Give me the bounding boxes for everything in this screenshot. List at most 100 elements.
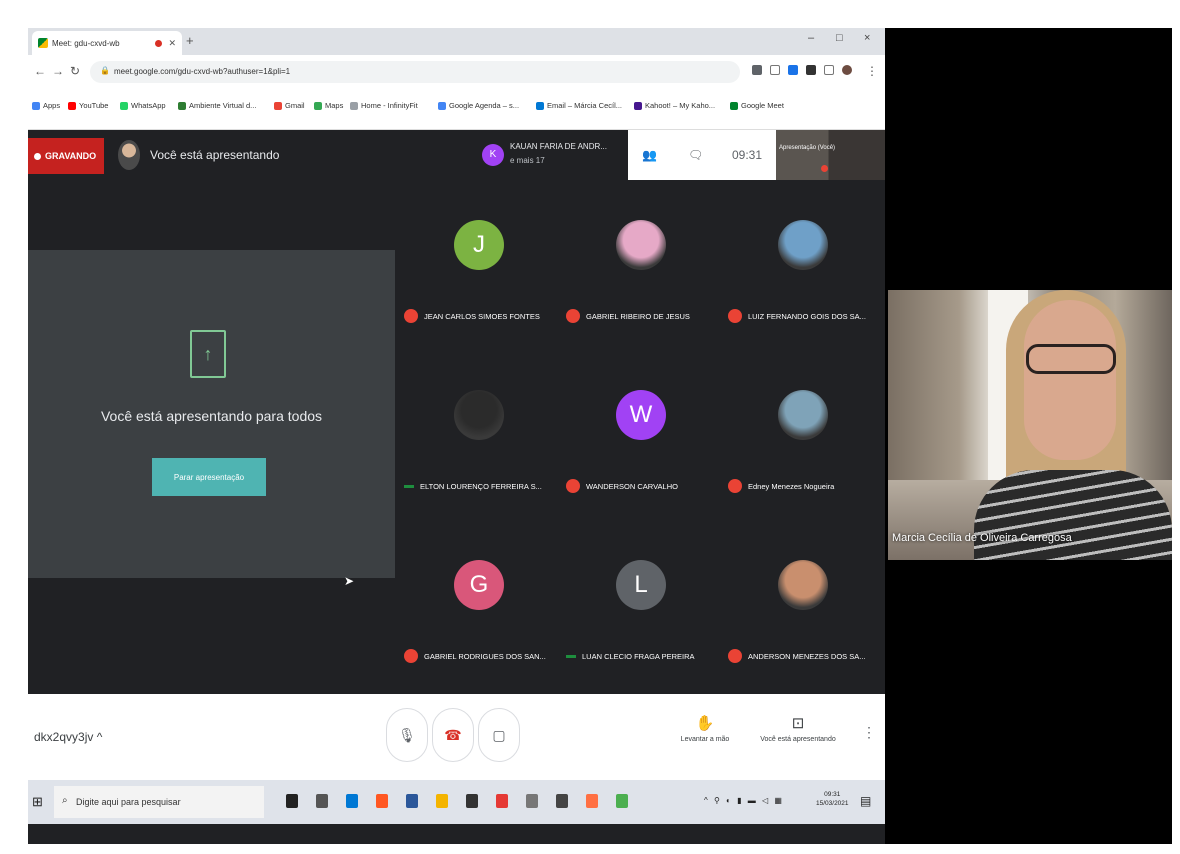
taskbar-app-icon[interactable] <box>376 794 388 808</box>
raise-hand-button[interactable]: ✋ Levantar a mão <box>670 714 740 743</box>
self-view-thumbnail[interactable]: Apresentação (Você) <box>776 130 885 180</box>
bookmark-item[interactable]: Google Agenda – s... <box>438 101 519 110</box>
bookmark-item[interactable]: Gmail <box>274 101 305 110</box>
address-bar[interactable]: 🔒 meet.google.com/gdu-cxvd-wb?authuser=1… <box>90 61 740 83</box>
taskbar-app-icon[interactable] <box>346 794 358 808</box>
bookmark-item[interactable]: Google Meet <box>730 101 784 110</box>
system-tray[interactable]: ^ ⚲ ◐ ▮ ▬ ◁ ▦ <box>704 796 784 805</box>
participant-name: ELTON LOURENÇO FERREIRA S... <box>420 481 542 491</box>
url-text: meet.google.com/gdu-cxvd-wb?authuser=1&p… <box>114 67 291 76</box>
maximize-button[interactable]: □ <box>836 32 843 44</box>
new-tab-button[interactable]: + <box>186 33 194 48</box>
participant-photo <box>778 390 828 440</box>
camera-permission-icon[interactable] <box>752 65 762 75</box>
bookmark-label: WhatsApp <box>131 101 166 110</box>
profile-avatar[interactable] <box>842 65 852 75</box>
puzzle-icon[interactable] <box>806 65 816 75</box>
bookmark-item[interactable]: Home - InfinityFit <box>350 101 418 110</box>
mic-off-icon <box>404 309 418 323</box>
participant-photo <box>616 220 666 270</box>
taskbar-app-icon[interactable] <box>616 794 628 808</box>
reload-icon[interactable]: ↻ <box>70 64 80 78</box>
more-options-icon[interactable]: ⋮ <box>862 724 876 741</box>
participant-tile[interactable]: G GABRIEL RODRIGUES DOS SAN... <box>398 536 560 706</box>
participants-chip[interactable]: K KAUAN FARIA DE ANDR... e mais 17 <box>480 132 628 180</box>
menu-icon[interactable]: ⋮ <box>866 64 878 78</box>
bookmark-favicon-icon <box>68 101 76 110</box>
mic-off-icon <box>728 479 742 493</box>
bookmark-item[interactable]: Ambiente Virtual d... <box>178 101 256 110</box>
meeting-code[interactable]: dkx2qvy3jv ^ <box>34 730 102 744</box>
participant-name-row: LUIZ FERNANDO GOIS DOS SA... <box>728 303 884 329</box>
notifications-icon[interactable]: ▤ <box>860 794 871 808</box>
taskbar-app-icon[interactable] <box>496 794 508 808</box>
chat-icon[interactable]: 🗨 <box>688 148 703 162</box>
bookmark-favicon-icon <box>178 101 186 110</box>
tab-strip: Meet: gdu-cxvd-wb ✕ + – □ × <box>28 28 885 55</box>
bookmark-item[interactable]: Kahoot! – My Kaho... <box>634 101 715 110</box>
taskbar-app-icon[interactable] <box>316 794 328 808</box>
participant-avatar: L <box>616 560 666 610</box>
taskbar-search[interactable]: ⌕ Digite aqui para pesquisar <box>54 786 264 818</box>
tab-meet[interactable]: Meet: gdu-cxvd-wb ✕ <box>32 31 182 55</box>
taskbar-app-icon[interactable] <box>466 794 478 808</box>
presenter-avatar <box>118 140 140 170</box>
meeting-clock: 09:31 <box>732 148 763 162</box>
taskbar-app-icon[interactable] <box>436 794 448 808</box>
extension-icon[interactable] <box>788 65 798 75</box>
bookmark-label: Apps <box>43 101 61 110</box>
bookmark-favicon-icon <box>536 101 544 110</box>
microphone-button[interactable]: 🎙 <box>386 708 428 762</box>
taskbar-app-icon[interactable] <box>406 794 418 808</box>
bookmark-item[interactable]: WhatsApp <box>120 101 166 110</box>
participant-name: JEAN CARLOS SIMOES FONTES <box>424 311 540 321</box>
people-icon[interactable]: 👥 <box>642 148 657 162</box>
taskbar-app-icon[interactable] <box>556 794 568 808</box>
bookmark-item[interactable]: Maps <box>314 101 343 110</box>
participant-name-row: Edney Menezes Nogueira <box>728 473 884 499</box>
back-icon[interactable]: ← <box>34 64 46 78</box>
participant-tile[interactable]: Edney Menezes Nogueira <box>722 366 884 536</box>
taskbar-date: 15/03/2021 <box>816 800 849 807</box>
bookmark-item[interactable]: Apps <box>32 101 60 110</box>
bookmark-favicon-icon <box>730 101 738 110</box>
forward-icon[interactable]: → <box>52 64 64 78</box>
taskbar-app-icon[interactable] <box>286 794 298 808</box>
recording-badge: GRAVANDO <box>28 138 104 174</box>
participant-name-row: JEAN CARLOS SIMOES FONTES <box>404 303 560 329</box>
taskbar-app-icon[interactable] <box>586 794 598 808</box>
participant-tile[interactable]: GABRIEL RIBEIRO DE JESUS <box>560 196 722 366</box>
mic-off-icon <box>404 649 418 663</box>
present-label: Você está apresentando <box>760 736 836 743</box>
participant-tile[interactable]: LUIZ FERNANDO GOIS DOS SA... <box>722 196 884 366</box>
participant-tile[interactable]: ANDERSON MENEZES DOS SA... <box>722 536 884 706</box>
bookmark-item[interactable]: Email – Márcia Cecíl... <box>536 101 622 110</box>
close-tab-icon[interactable]: ✕ <box>168 38 176 49</box>
windows-start-icon[interactable]: ⊞ <box>32 794 43 810</box>
toolbar: ← → ↻ 🔒 meet.google.com/gdu-cxvd-wb?auth… <box>28 55 885 88</box>
participant-name: Edney Menezes Nogueira <box>748 481 835 491</box>
bookmark-item[interactable]: YouTube <box>68 101 108 110</box>
meeting-controls-bar: dkx2qvy3jv ^ 🎙 ☎ ▢ ✋ Levantar a mão ⊡ Vo… <box>28 694 885 780</box>
stop-presenting-button[interactable]: Parar apresentação <box>152 458 266 496</box>
cast-icon[interactable] <box>824 65 834 75</box>
taskbar-clock[interactable]: 09:31 15/03/2021 <box>816 790 849 808</box>
mic-off-icon <box>566 479 580 493</box>
close-window-button[interactable]: × <box>864 32 870 44</box>
screen-recording-frame: Meet: gdu-cxvd-wb ✕ + – □ × ← → ↻ 🔒 meet… <box>28 28 1172 844</box>
minimize-button[interactable]: – <box>808 32 814 44</box>
leave-call-button[interactable]: ☎ <box>432 708 474 762</box>
participant-tile[interactable]: ELTON LOURENÇO FERREIRA S... <box>398 366 560 536</box>
taskbar-app-icon[interactable] <box>526 794 538 808</box>
participant-name-row: GABRIEL RIBEIRO DE JESUS <box>566 303 722 329</box>
bookmark-favicon-icon <box>438 101 446 110</box>
participant-tile[interactable]: J JEAN CARLOS SIMOES FONTES <box>398 196 560 366</box>
participant-tile[interactable]: L LUAN CLECIO FRAGA PEREIRA <box>560 536 722 706</box>
bookmark-favicon-icon <box>634 101 642 110</box>
star-icon[interactable] <box>770 65 780 75</box>
participant-tile[interactable]: W WANDERSON CARVALHO <box>560 366 722 536</box>
bookmark-label: YouTube <box>79 101 109 110</box>
camera-button[interactable]: ▢ <box>478 708 520 762</box>
meet-favicon-icon <box>38 38 48 48</box>
present-now-button[interactable]: ⊡ Você está apresentando <box>748 714 848 743</box>
